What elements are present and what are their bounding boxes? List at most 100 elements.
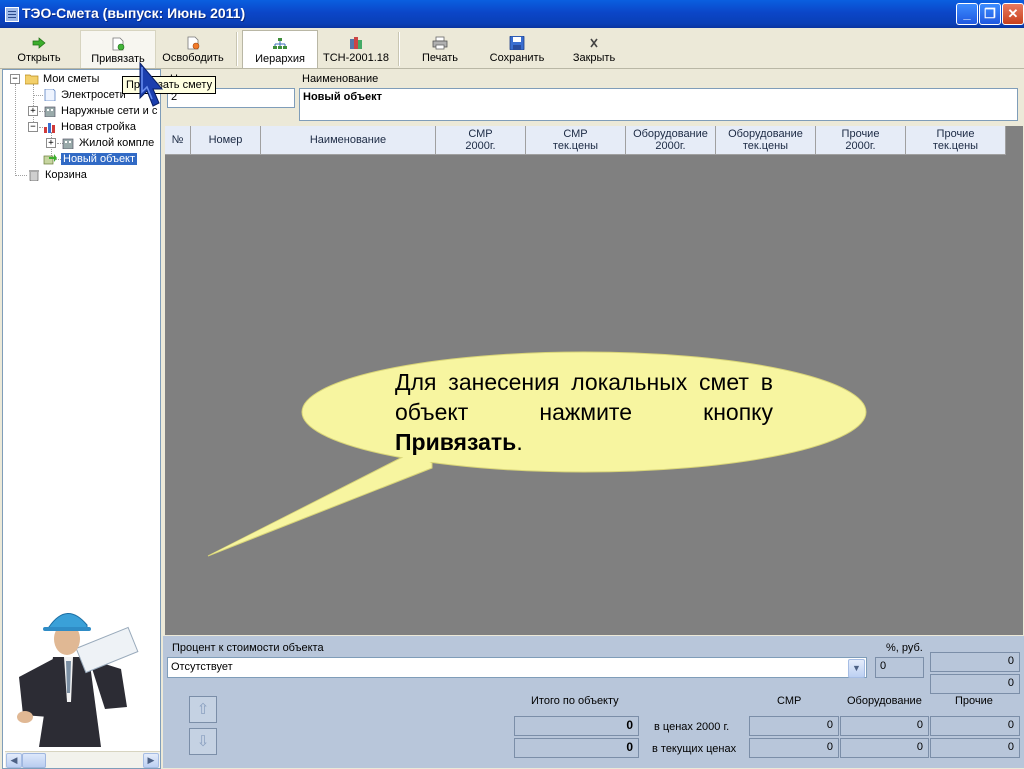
tree-line (33, 95, 43, 96)
trash-bin-icon (29, 170, 39, 182)
open-label: Открыть (17, 52, 61, 64)
tree-item-label: Новый объект (61, 153, 138, 165)
grid-header: № Номер Наименование СМР 2000г. СМР тек.… (165, 126, 1006, 155)
tree-item-label: Электросети (61, 89, 126, 101)
equipment-column-label: Оборудование (847, 695, 922, 707)
percent-amount-field-2: 0 (930, 674, 1020, 694)
save-button[interactable]: Сохранить (484, 30, 550, 67)
smr-2000-field: 0 (749, 716, 839, 736)
close-label: Закрыть (572, 52, 616, 64)
other-2000-field: 0 (930, 716, 1020, 736)
tree-collapse-toggle[interactable]: − (28, 122, 38, 132)
total-current-field: 0 (514, 738, 639, 758)
move-down-arrow-icon[interactable]: ⇩ (189, 728, 217, 755)
column-header[interactable]: Оборудование 2000г. (626, 126, 716, 155)
building-icon (62, 138, 74, 150)
floppy-disk-icon (509, 36, 525, 50)
close-window-button[interactable]: ✕ (1002, 3, 1024, 25)
scroll-right-arrow-icon[interactable]: ▶ (143, 753, 159, 768)
tree-item-label: Жилой компле (79, 137, 155, 149)
tree-item-my-estimates[interactable]: Мои сметы (25, 71, 99, 87)
document-icon (44, 89, 56, 102)
hierarchy-label: Иерархия (255, 53, 305, 65)
percent-value-field[interactable]: 0 (875, 657, 924, 678)
equipment-2000-field: 0 (840, 716, 929, 736)
combo-value: Отсутствует (171, 661, 233, 673)
column-header[interactable]: Прочие 2000г. (816, 126, 906, 155)
scrollbar-thumb[interactable] (22, 753, 46, 768)
tab-hierarchy[interactable]: Иерархия (242, 30, 318, 68)
column-header[interactable]: № (165, 126, 191, 155)
total-label: Итого по объекту (531, 695, 619, 707)
tree-item-label: Новая стройка (61, 121, 137, 133)
print-label: Печать (421, 52, 459, 64)
hierarchy-icon (273, 38, 287, 49)
smr-column-label: СМР (777, 695, 802, 707)
callout-text-end: . (516, 429, 523, 455)
percent-combo[interactable]: Отсутствует ▼ (167, 657, 867, 678)
maximize-button[interactable]: ❐ (979, 3, 1001, 25)
tree-collapse-toggle[interactable]: − (10, 74, 20, 84)
column-header[interactable]: СМР 2000г. (436, 126, 526, 155)
tree-item-trash[interactable]: Корзина (27, 167, 87, 183)
column-header[interactable]: Оборудование тек.цены (716, 126, 816, 155)
move-up-arrow-icon[interactable]: ⇧ (189, 696, 217, 723)
callout-text: Для занесения локальных смет в объект на… (395, 367, 773, 457)
app-icon (5, 7, 19, 22)
document-attach-icon (112, 37, 125, 51)
equipment-current-field: 0 (840, 738, 929, 758)
chevron-down-icon[interactable]: ▼ (848, 659, 865, 678)
tree-item-label: Корзина (45, 169, 87, 181)
tree-horizontal-scrollbar[interactable]: ◀ ▶ (5, 751, 160, 768)
tree-item-new-construction[interactable]: Новая стройка (43, 119, 136, 135)
toolbar-separator (398, 32, 400, 66)
tree-line (15, 175, 27, 176)
tree-line (33, 84, 34, 126)
object-arrow-icon (43, 154, 57, 165)
print-button[interactable]: Печать (410, 30, 470, 67)
building-icon (44, 106, 56, 118)
tree-item-electric-networks[interactable]: Электросети (43, 87, 126, 103)
prices-2000-label: в ценах 2000 г. (654, 721, 730, 733)
bar-chart-icon (44, 123, 55, 134)
percent-amount-field: 0 (930, 652, 1020, 672)
tree-line (15, 84, 16, 176)
tree-panel: − Мои сметы Электросети + Наружные сети … (2, 69, 161, 769)
toolbar-separator (236, 32, 238, 66)
title-bar: ТЭО-Смета (выпуск: Июнь 2011) _ ❐ ✕ (0, 0, 1024, 28)
tab-tsn[interactable]: ТСН-2001.18 (320, 30, 392, 67)
column-header[interactable]: Наименование (261, 126, 436, 155)
tsn-label: ТСН-2001.18 (322, 52, 390, 64)
smr-current-field: 0 (749, 738, 839, 758)
engineer-illustration (17, 613, 139, 747)
column-header[interactable]: Прочие тек.цены (906, 126, 1006, 155)
mouse-cursor-icon (139, 62, 163, 107)
other-column-label: Прочие (955, 695, 993, 707)
tree-item-residential-complex[interactable]: Жилой компле (61, 135, 154, 151)
printer-icon (432, 36, 448, 50)
minimize-button[interactable]: _ (956, 3, 978, 25)
tree-expand-toggle[interactable]: + (28, 106, 38, 116)
tree-item-label: Мои сметы (43, 73, 100, 85)
percent-unit-label: %, руб. (886, 642, 923, 654)
name-label: Наименование (302, 73, 379, 85)
scroll-left-arrow-icon[interactable]: ◀ (6, 753, 22, 768)
percent-label: Процент к стоимости объекта (172, 642, 324, 654)
document-release-icon (187, 36, 200, 50)
tree-item-new-object[interactable]: Новый объект (43, 151, 138, 167)
tree-expand-toggle[interactable]: + (46, 138, 56, 148)
current-prices-label: в текущих ценах (652, 743, 737, 755)
tooltip: Привязать смету (122, 76, 217, 94)
column-header[interactable]: Номер (191, 126, 261, 155)
name-field[interactable]: Новый объект (299, 88, 1018, 121)
release-button[interactable]: Освободить (158, 30, 228, 67)
close-x-icon (590, 38, 598, 48)
total-2000-field: 0 (514, 716, 639, 736)
column-header[interactable]: СМР тек.цены (526, 126, 626, 155)
close-button[interactable]: Закрыть (566, 30, 622, 67)
callout-text-main: Для занесения локальных смет в объект на… (395, 369, 773, 425)
folder-open-icon (25, 74, 39, 85)
window-title: ТЭО-Смета (выпуск: Июнь 2011) (22, 5, 246, 21)
arrow-right-icon (32, 37, 46, 49)
open-button[interactable]: Открыть (8, 30, 70, 67)
